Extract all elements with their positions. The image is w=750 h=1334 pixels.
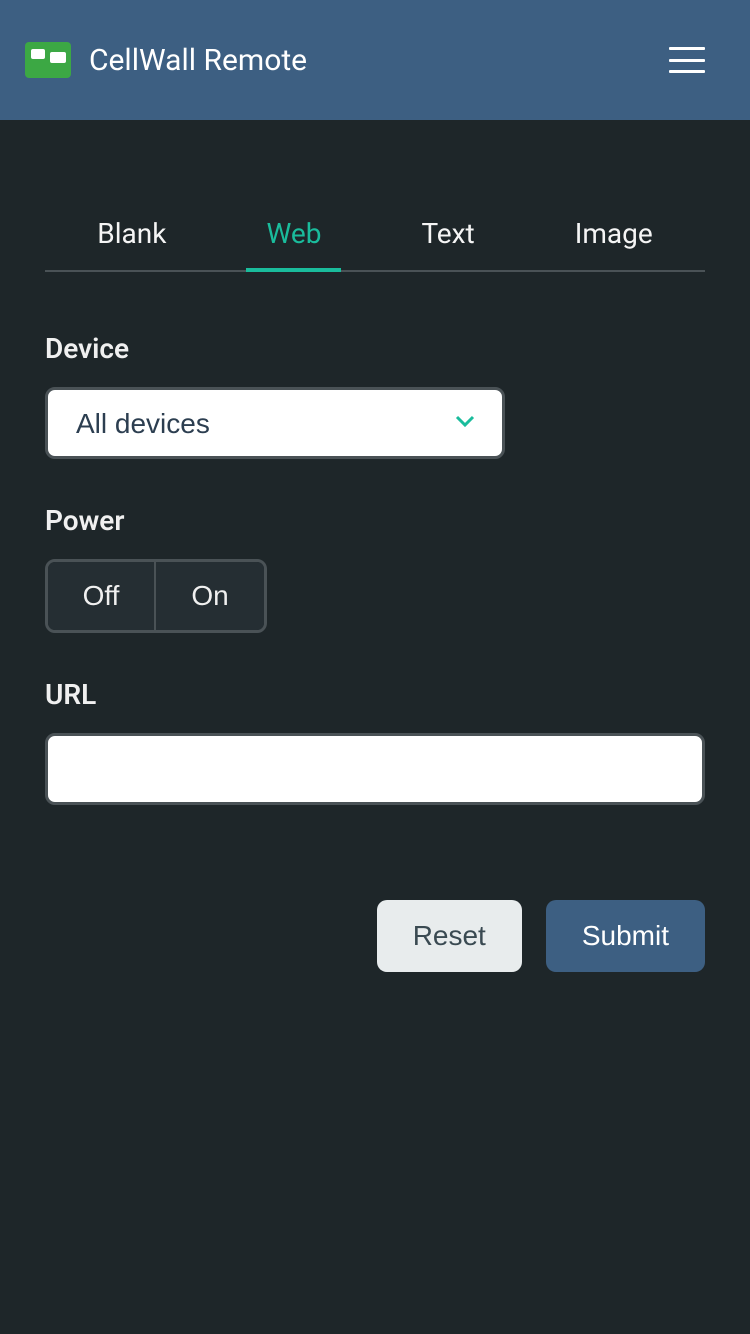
power-group: Power Off On — [45, 504, 705, 633]
url-input[interactable] — [45, 733, 705, 805]
url-group: URL — [45, 678, 705, 805]
url-label: URL — [45, 678, 705, 711]
app-header: CellWall Remote — [0, 0, 750, 120]
device-select[interactable]: All devices — [45, 387, 505, 459]
submit-button[interactable]: Submit — [546, 900, 705, 972]
tab-bar: Blank Web Text Image — [45, 205, 705, 272]
device-select-wrapper: All devices — [45, 387, 505, 459]
tab-blank[interactable]: Blank — [77, 205, 186, 270]
power-off-button[interactable]: Off — [48, 562, 156, 630]
reset-button[interactable]: Reset — [377, 900, 522, 972]
app-logo-icon — [25, 42, 71, 78]
form-actions: Reset Submit — [45, 900, 705, 972]
tab-text[interactable]: Text — [401, 205, 494, 270]
hamburger-icon — [669, 70, 705, 73]
menu-button[interactable] — [669, 47, 705, 73]
app-title: CellWall Remote — [89, 43, 307, 78]
power-on-button[interactable]: On — [156, 562, 264, 630]
device-label: Device — [45, 332, 705, 365]
power-label: Power — [45, 504, 705, 537]
device-group: Device All devices — [45, 332, 705, 459]
hamburger-icon — [669, 47, 705, 50]
tab-web[interactable]: Web — [246, 205, 341, 270]
header-brand: CellWall Remote — [25, 42, 307, 78]
power-toggle: Off On — [45, 559, 267, 633]
tab-image[interactable]: Image — [555, 205, 673, 270]
hamburger-icon — [669, 59, 705, 62]
main-content: Blank Web Text Image Device All devices … — [0, 120, 750, 972]
